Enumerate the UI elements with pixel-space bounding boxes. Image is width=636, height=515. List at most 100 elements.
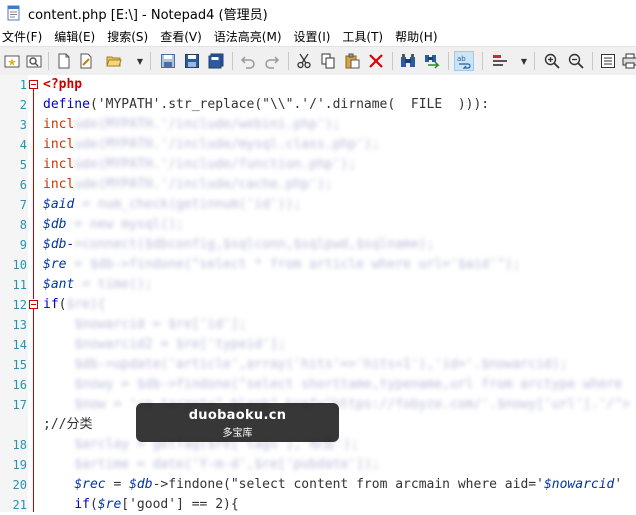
code-text: $ant = time(); [43,275,153,295]
menu-item[interactable]: 搜索(S) [103,28,156,45]
code-line[interactable]: 6 include(MYPATH.'/include/cache.php'); [0,175,636,195]
code-text: <?php [43,75,82,95]
menu-item[interactable]: 工具(T) [338,28,391,45]
menu-item[interactable]: 语法高亮(M) [210,28,290,45]
code-text: include(MYPATH.'/include/webini.php'); [43,115,340,135]
code-token: $re){ [66,297,106,312]
scheme-icon[interactable] [490,51,510,71]
code-editor[interactable]: 1 <?php 2 define('MYPATH'.str_replace("\\".… [0,75,636,512]
zoom-out-icon[interactable] [566,51,586,71]
line-number: 2 [19,98,27,112]
open-in-new-window-icon[interactable] [24,51,44,71]
code-token: ude(MYPATH.'/include/cache.php'); [74,177,333,192]
code-text: $nowy = $db->findone("select shorttame,t… [43,375,622,395]
code-line[interactable]: 2 define('MYPATH'.str_replace("\\".'/'.di… [0,95,636,115]
code-text: if($re){ [43,295,106,315]
code-token: $artime = date('Y-m-d',$re['pubdate']); [74,457,380,472]
redo-icon[interactable] [262,51,282,71]
code-token: $nowarcid2 = $re['typeid']; [74,337,286,352]
line-number: 9 [19,238,27,252]
new-file-icon[interactable] [54,51,74,71]
code-line[interactable]: 16 $nowy = $db->findone("select shorttam… [0,375,636,395]
code-text: ;//分类 [43,415,92,435]
undo-icon[interactable] [238,51,258,71]
toolbar-separator [592,52,593,70]
code-token: >connect($dbconfig,$sqlconn,$sqlpwd,$sql… [74,237,435,252]
code-line[interactable]: 5 include(MYPATH.'/include/function.php')… [0,155,636,175]
code-line[interactable]: 10 $re = $db->findone("select * from arti… [0,255,636,275]
delete-icon[interactable] [366,51,386,71]
copy-icon[interactable] [318,51,338,71]
paste-icon[interactable] [342,51,362,71]
code-token: <?php [43,77,83,92]
save-copy-icon[interactable] [206,51,226,71]
code-token: = $db->findone("select * from article wh… [66,257,521,272]
chevron-down-icon[interactable]: ▼ [520,51,528,71]
code-token: $nowy = $db->findone("select shorttame,t… [74,377,623,392]
code-token: = new mysql(); [66,217,184,232]
code-line[interactable]: 21 if($re['good'] == 2){ [0,495,636,515]
code-token: $nowarcid [543,477,615,492]
menu-bar: 文件(F) 编辑(E) 搜索(S) 查看(V) 语法高亮(M) 设置(I) 工具(T) 帮助(… [0,26,636,46]
cut-icon[interactable] [294,51,314,71]
title-bar: content.php [E:\] - Notepad4 (管理员) [0,0,636,26]
line-number: 6 [19,178,27,192]
save-icon[interactable] [158,51,178,71]
code-line[interactable]: 3 include(MYPATH.'/include/webini.php'); [0,115,636,135]
menu-item[interactable]: 设置(I) [290,28,339,45]
code-token: ( [89,497,98,512]
fold-toggle-icon[interactable] [29,300,38,309]
menu-item[interactable]: 帮助(H) [391,28,445,45]
code-line[interactable]: 8 $db = new mysql(); [0,215,636,235]
code-token: = num_check(getinnum('id')); [74,197,302,212]
line-number: 8 [19,218,27,232]
open-folder-icon[interactable] [104,51,124,71]
code-text: $db->update('article',array('hits'=>'hit… [43,355,567,375]
code-line[interactable]: 13 $nowarcid = $re['id']; [0,315,636,335]
line-number: 18 [12,438,27,452]
code-line[interactable]: 11 $ant = time(); [0,275,636,295]
code-line[interactable]: 19 $artime = date('Y-m-d',$re['pubdate']… [0,455,636,475]
code-token: $re [97,497,122,512]
zoom-in-icon[interactable] [542,51,562,71]
line-number: 3 [19,118,27,132]
code-line[interactable]: 1 <?php [0,75,636,95]
code-line[interactable]: 12 if($re){ [0,295,636,315]
code-token: ['good'] == 2){ [121,497,239,512]
code-text: $artime = date('Y-m-d',$re['pubdate']); [43,455,380,475]
line-number: 13 [12,318,27,332]
code-token: $re [43,257,67,272]
code-line[interactable]: 15 $db->update('article',array('hits'=>'… [0,355,636,375]
new-window-icon[interactable] [2,51,22,71]
code-token: ('MYPATH'.str_replace("\\".'/'.dirname( … [89,97,490,112]
fold-toggle-icon[interactable] [29,80,38,89]
word-wrap-icon[interactable]: ab [454,51,474,71]
chevron-down-icon[interactable]: ▼ [136,51,144,71]
new-file-edit-icon[interactable] [76,51,96,71]
fold-line [33,89,34,299]
toolbar-separator [482,52,483,70]
code-text: $aid = num_check(getinnum('id')); [43,195,301,215]
code-token: $rec [74,477,106,492]
code-line[interactable]: 20 $rec = $db->findone("select content f… [0,475,636,495]
code-token: $db->update('article',array('hits'=>'hit… [74,357,568,372]
find-icon[interactable] [398,51,418,71]
code-text: if($re['good'] == 2){ [43,495,239,515]
replace-icon[interactable] [422,51,442,71]
code-token: if [43,297,59,312]
save-as-icon[interactable] [182,51,202,71]
menu-item[interactable]: 编辑(E) [50,28,103,45]
toolbar-separator [534,52,535,70]
code-line[interactable]: 14 $nowarcid2 = $re['typeid']; [0,335,636,355]
line-number: 19 [12,458,27,472]
code-token: incl [43,177,75,192]
menu-item[interactable]: 查看(V) [156,28,210,45]
code-token: $db- [43,237,75,252]
code-line[interactable]: 4 include(MYPATH.'/include/mysql.class.ph… [0,135,636,155]
code-line[interactable]: 9 $db->connect($dbconfig,$sqlconn,$sqlpwd… [0,235,636,255]
print-icon[interactable] [620,51,636,71]
page-setup-icon[interactable] [598,51,618,71]
code-text: include(MYPATH.'/include/cache.php'); [43,175,333,195]
code-line[interactable]: 7 $aid = num_check(getinnum('id')); [0,195,636,215]
menu-item[interactable]: 文件(F) [0,28,50,45]
